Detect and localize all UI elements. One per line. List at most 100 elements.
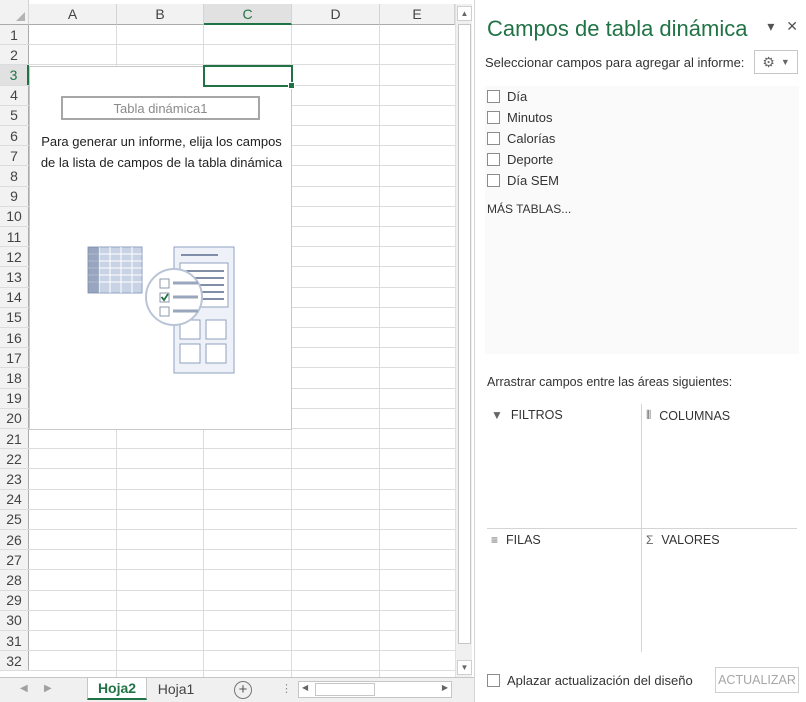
- select-all-button[interactable]: [0, 0, 29, 25]
- vertical-scrollbar[interactable]: ▲ ▼: [455, 4, 472, 677]
- row-header[interactable]: 10: [0, 206, 29, 226]
- defer-update-option[interactable]: Aplazar actualización del diseño: [487, 673, 693, 688]
- row-header[interactable]: 5: [0, 105, 29, 125]
- row-header[interactable]: 22: [0, 449, 29, 469]
- row-header[interactable]: 3: [0, 65, 29, 85]
- pane-title: Campos de tabla dinámica: [487, 16, 748, 41]
- row-header[interactable]: 26: [0, 530, 29, 550]
- row-header[interactable]: 19: [0, 388, 29, 408]
- update-button[interactable]: ACTUALIZAR: [715, 667, 799, 693]
- horizontal-scrollbar[interactable]: ◀ ▶: [298, 681, 452, 698]
- column-header-d[interactable]: D: [292, 4, 380, 25]
- row-header[interactable]: 28: [0, 570, 29, 590]
- row-header[interactable]: 15: [0, 307, 29, 327]
- column-header-e[interactable]: E: [380, 4, 455, 25]
- drag-hint: Arrastrar campos entre las áreas siguien…: [487, 375, 733, 389]
- pane-options-icon[interactable]: ▾: [767, 18, 774, 34]
- add-sheet-button[interactable]: +: [234, 681, 252, 699]
- sheet-row: 28: [0, 570, 455, 591]
- field-item[interactable]: Día: [487, 86, 527, 106]
- filter-icon: ▼: [491, 408, 503, 422]
- row-header[interactable]: 23: [0, 469, 29, 489]
- field-checkbox[interactable]: [487, 110, 500, 124]
- field-item[interactable]: Calorías: [487, 128, 555, 148]
- hscroll-thumb[interactable]: [315, 683, 375, 696]
- sheet-row: 25: [0, 509, 455, 530]
- row-header[interactable]: 27: [0, 550, 29, 570]
- scroll-right-icon[interactable]: ▶: [442, 683, 448, 692]
- row-header[interactable]: 2: [0, 45, 29, 65]
- scroll-down-icon[interactable]: ▼: [457, 660, 472, 675]
- field-label: Minutos: [507, 109, 553, 125]
- row-header[interactable]: 21: [0, 429, 29, 449]
- field-label: Deporte: [507, 151, 554, 167]
- field-item[interactable]: Día SEM: [487, 170, 559, 190]
- defer-update-label: Aplazar actualización del diseño: [507, 673, 693, 688]
- close-icon[interactable]: ✕: [786, 18, 798, 34]
- field-checkbox[interactable]: [487, 173, 500, 187]
- filters-area[interactable]: ▼ FILTROS: [487, 404, 641, 528]
- column-header-a[interactable]: A: [29, 4, 117, 25]
- sheet-row: 31: [0, 631, 455, 652]
- row-header[interactable]: 8: [0, 166, 29, 186]
- row-header[interactable]: 7: [0, 146, 29, 166]
- row-header[interactable]: 25: [0, 509, 29, 529]
- field-item[interactable]: Deporte: [487, 149, 553, 169]
- scroll-thumb[interactable]: [458, 24, 471, 644]
- row-header[interactable]: 12: [0, 247, 29, 267]
- values-label: VALORES: [661, 533, 720, 547]
- prev-sheet-icon[interactable]: ◀: [20, 683, 28, 694]
- row-header[interactable]: 31: [0, 631, 29, 651]
- defer-update-checkbox[interactable]: [487, 674, 500, 687]
- row-header[interactable]: 17: [0, 348, 29, 368]
- sheet-row: 26: [0, 530, 455, 551]
- row-header[interactable]: 18: [0, 368, 29, 388]
- field-list-settings-button[interactable]: ⚙ ▼: [754, 50, 798, 74]
- row-header[interactable]: 4: [0, 85, 29, 105]
- row-header[interactable]: 30: [0, 610, 29, 630]
- rows-icon: ≡: [491, 533, 499, 547]
- row-header[interactable]: 1: [0, 25, 29, 45]
- active-cell-c3[interactable]: [203, 65, 295, 89]
- sheet-row: 2: [0, 45, 455, 66]
- row-header[interactable]: 16: [0, 328, 29, 348]
- row-header[interactable]: 14: [0, 287, 29, 307]
- row-header[interactable]: 20: [0, 408, 29, 428]
- pivot-table-placeholder[interactable]: Tabla dinámica1 Para generar un informe,…: [29, 66, 292, 430]
- next-sheet-icon[interactable]: ▶: [44, 683, 52, 694]
- sheet-row: 21: [0, 429, 455, 450]
- column-header-b[interactable]: B: [117, 4, 204, 25]
- tab-splitter-icon[interactable]: ⋮: [281, 682, 292, 695]
- tab-hoja1[interactable]: Hoja1: [150, 678, 202, 700]
- pane-subtitle: Seleccionar campos para agregar al infor…: [485, 55, 745, 70]
- rows-area[interactable]: ≡ FILAS: [487, 529, 641, 652]
- row-header[interactable]: 24: [0, 489, 29, 509]
- row-header[interactable]: 6: [0, 126, 29, 146]
- scroll-up-icon[interactable]: ▲: [457, 6, 472, 21]
- column-header-c[interactable]: C: [204, 4, 292, 25]
- field-checkbox[interactable]: [487, 89, 500, 103]
- field-label: Calorías: [507, 130, 556, 146]
- filters-label: FILTROS: [510, 408, 563, 422]
- field-item[interactable]: Minutos: [487, 107, 553, 127]
- tab-hoja2[interactable]: Hoja2: [87, 678, 147, 700]
- pivot-table-name: Tabla dinámica1: [61, 96, 260, 120]
- pivot-illustration-icon: [87, 246, 235, 374]
- row-header[interactable]: 13: [0, 267, 29, 287]
- sheet-row: 1: [0, 25, 455, 46]
- row-header[interactable]: 9: [0, 186, 29, 206]
- area-divider: [487, 528, 797, 529]
- more-tables-link[interactable]: MÁS TABLAS...: [487, 202, 571, 216]
- columns-area[interactable]: ⦀ COLUMNAS: [642, 404, 797, 528]
- row-header[interactable]: 29: [0, 590, 29, 610]
- scroll-left-icon[interactable]: ◀: [302, 683, 308, 692]
- row-header[interactable]: 32: [0, 651, 29, 671]
- sheet-tab-bar: ◀ ▶ Hoja2 Hoja1 + ⋮ ◀ ▶: [0, 677, 474, 702]
- row-header[interactable]: 11: [0, 227, 29, 247]
- field-checkbox[interactable]: [487, 131, 500, 145]
- values-area[interactable]: Σ VALORES: [642, 529, 797, 652]
- field-checkbox[interactable]: [487, 152, 500, 166]
- sheet-row: 24: [0, 489, 455, 510]
- field-label: Día SEM: [507, 172, 560, 188]
- sheet-row: 27: [0, 550, 455, 571]
